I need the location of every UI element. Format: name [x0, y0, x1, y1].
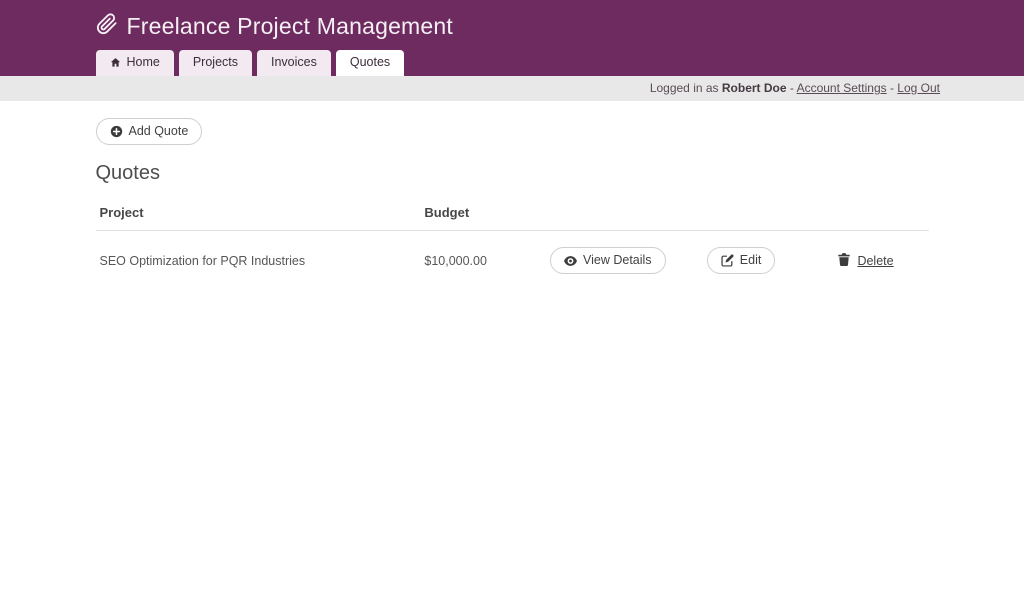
- table-row: SEO Optimization for PQR Industries $10,…: [96, 231, 929, 291]
- delete-label: Delete: [857, 254, 893, 268]
- separator: -: [787, 81, 797, 95]
- quotes-table: Project Budget SEO Optimization for PQR …: [96, 197, 929, 290]
- main-content: Add Quote Quotes Project Budget SEO Opti…: [0, 101, 1024, 290]
- column-header-actions: [804, 197, 929, 231]
- column-header-actions: [537, 197, 679, 231]
- edit-pencil-icon: [721, 254, 734, 267]
- table-header-row: Project Budget: [96, 197, 929, 231]
- plus-circle-icon: [110, 125, 123, 138]
- main-nav: Home Projects Invoices Quotes: [0, 50, 1024, 76]
- brand: Freelance Project Management: [96, 0, 929, 40]
- add-quote-button[interactable]: Add Quote: [96, 118, 203, 145]
- tab-projects[interactable]: Projects: [179, 50, 252, 76]
- delete-link[interactable]: Delete: [838, 253, 893, 269]
- add-quote-label: Add Quote: [129, 124, 189, 139]
- budget-cell: $10,000.00: [420, 231, 537, 291]
- column-header-project: Project: [96, 197, 421, 231]
- edit-button[interactable]: Edit: [707, 247, 776, 274]
- eye-icon: [564, 256, 577, 266]
- home-icon: [110, 57, 121, 68]
- log-out-link[interactable]: Log Out: [897, 81, 940, 95]
- paperclip-icon: [96, 13, 118, 40]
- tab-quotes[interactable]: Quotes: [336, 50, 404, 76]
- trash-icon: [838, 253, 850, 269]
- logged-in-text: Logged in as: [650, 81, 722, 95]
- edit-label: Edit: [740, 253, 762, 268]
- username: Robert Doe: [722, 81, 787, 95]
- account-settings-link[interactable]: Account Settings: [797, 81, 887, 95]
- tab-label: Quotes: [350, 55, 390, 70]
- tab-label: Home: [127, 55, 160, 70]
- separator: -: [887, 81, 898, 95]
- user-bar: Logged in as Robert Doe - Account Settin…: [0, 76, 1024, 101]
- app-title: Freelance Project Management: [127, 13, 454, 40]
- app-header: Freelance Project Management Home Projec…: [0, 0, 1024, 76]
- tab-invoices[interactable]: Invoices: [257, 50, 331, 76]
- view-details-button[interactable]: View Details: [550, 247, 666, 274]
- tab-home[interactable]: Home: [96, 50, 174, 76]
- page-title: Quotes: [96, 162, 929, 185]
- project-cell: SEO Optimization for PQR Industries: [96, 231, 421, 291]
- tab-label: Projects: [193, 55, 238, 70]
- tab-label: Invoices: [271, 55, 317, 70]
- column-header-budget: Budget: [420, 197, 537, 231]
- column-header-actions: [679, 197, 804, 231]
- view-details-label: View Details: [583, 253, 652, 268]
